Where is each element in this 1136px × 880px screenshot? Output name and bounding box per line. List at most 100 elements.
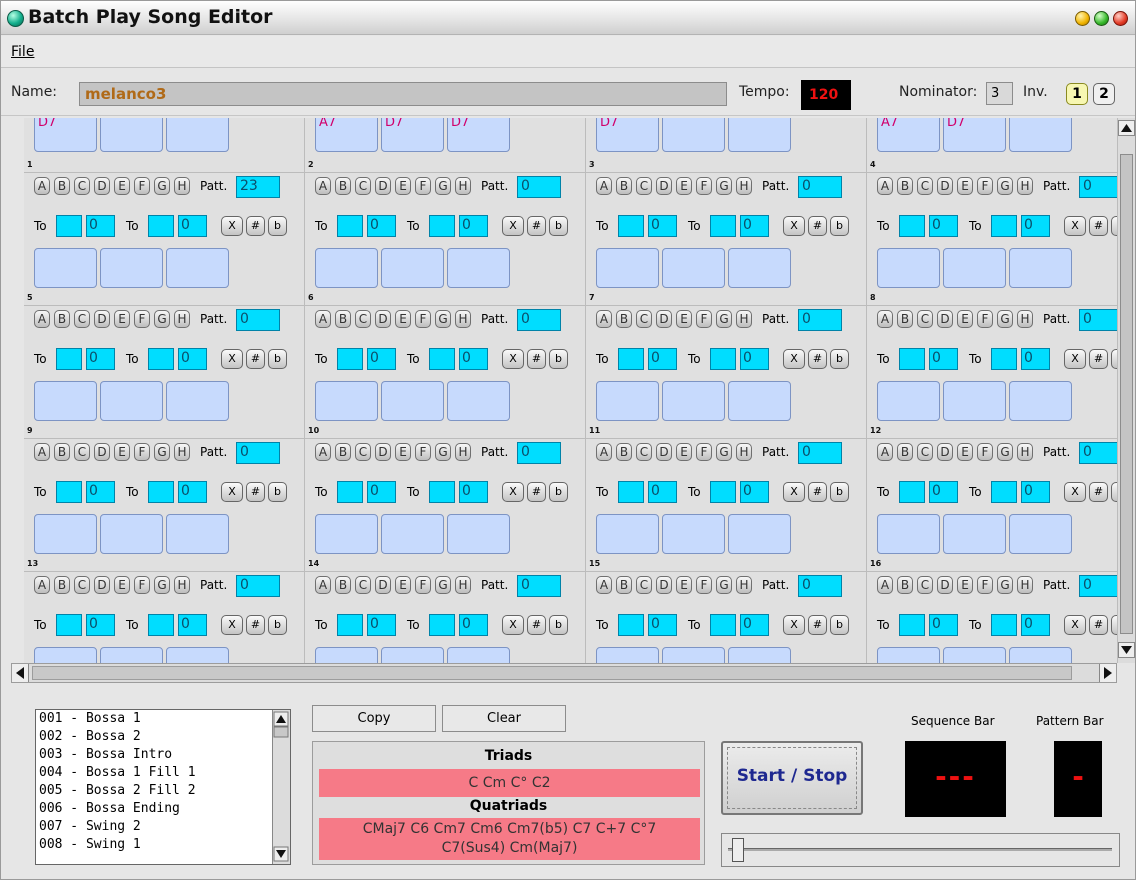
to-value-field[interactable]: 0 [459, 481, 488, 503]
to-value-field[interactable]: 0 [178, 614, 207, 636]
pattern-input[interactable]: 0 [517, 442, 561, 464]
flat-button[interactable]: b [549, 349, 568, 369]
section-letter-button[interactable]: E [957, 443, 973, 461]
pattern-input[interactable]: 0 [236, 575, 280, 597]
chord-slot[interactable] [166, 118, 229, 152]
section-letter-button[interactable]: F [696, 177, 712, 195]
chord-slot[interactable] [447, 248, 510, 288]
clear-chord-button[interactable]: X [1064, 349, 1086, 369]
section-letter-button[interactable]: H [455, 177, 471, 195]
section-letter-button[interactable]: F [415, 443, 431, 461]
list-item[interactable]: 005 - Bossa 2 Fill 2 [39, 783, 196, 798]
section-letter-button[interactable]: C [636, 576, 652, 594]
chord-slot[interactable] [315, 248, 378, 288]
section-letter-button[interactable]: D [656, 576, 672, 594]
to-start-field[interactable] [337, 348, 363, 370]
section-letter-button[interactable]: G [435, 310, 451, 328]
flat-button[interactable]: b [830, 349, 849, 369]
to-value-field[interactable]: 0 [648, 481, 677, 503]
sharp-button[interactable]: # [527, 216, 546, 236]
section-letter-button[interactable]: C [636, 177, 652, 195]
section-letter-button[interactable]: E [395, 310, 411, 328]
section-letter-button[interactable]: A [34, 443, 50, 461]
to-value-field[interactable]: 0 [367, 481, 396, 503]
section-letter-button[interactable]: G [997, 443, 1013, 461]
chord-slot[interactable] [315, 514, 378, 554]
section-letter-button[interactable]: C [917, 177, 933, 195]
to-start-field[interactable] [56, 348, 82, 370]
clear-chord-button[interactable]: X [783, 615, 805, 635]
section-letter-button[interactable]: G [997, 576, 1013, 594]
scroll-left-icon[interactable] [12, 664, 29, 682]
section-letter-button[interactable]: G [154, 310, 170, 328]
section-letter-button[interactable]: C [355, 576, 371, 594]
section-letter-button[interactable]: G [435, 177, 451, 195]
to-value-field[interactable]: 0 [1021, 614, 1050, 636]
sharp-button[interactable]: # [246, 216, 265, 236]
flat-button[interactable]: b [268, 482, 287, 502]
section-letter-button[interactable]: H [736, 310, 752, 328]
section-letter-button[interactable]: B [897, 443, 913, 461]
section-letter-button[interactable]: E [957, 310, 973, 328]
to-value-field[interactable]: 0 [1021, 348, 1050, 370]
list-item[interactable]: 001 - Bossa 1 [39, 711, 141, 726]
pattern-input[interactable]: 0 [236, 442, 280, 464]
clear-chord-button[interactable]: X [502, 482, 524, 502]
section-letter-button[interactable]: E [395, 443, 411, 461]
section-letter-button[interactable]: A [596, 576, 612, 594]
chord-slot[interactable] [596, 514, 659, 554]
section-letter-button[interactable]: B [54, 576, 70, 594]
flat-button[interactable]: b [549, 482, 568, 502]
section-letter-button[interactable]: E [114, 177, 130, 195]
section-letter-button[interactable]: H [1017, 177, 1033, 195]
sharp-button[interactable]: # [808, 349, 827, 369]
chord-slot[interactable] [1009, 118, 1072, 152]
clear-chord-button[interactable]: X [502, 349, 524, 369]
section-letter-button[interactable]: C [74, 310, 90, 328]
slider-handle[interactable] [732, 838, 744, 862]
section-letter-button[interactable]: C [636, 443, 652, 461]
section-letter-button[interactable]: A [34, 177, 50, 195]
clear-chord-button[interactable]: X [783, 349, 805, 369]
section-letter-button[interactable]: B [616, 310, 632, 328]
chord-slot[interactable]: A7 [877, 118, 940, 152]
chord-slot[interactable] [315, 381, 378, 421]
chord-slot[interactable] [728, 248, 791, 288]
section-letter-button[interactable]: A [34, 310, 50, 328]
section-letter-button[interactable]: G [997, 310, 1013, 328]
chord-slot[interactable]: D7 [596, 118, 659, 152]
section-letter-button[interactable]: B [897, 310, 913, 328]
flat-button[interactable]: b [549, 615, 568, 635]
chord-slot[interactable] [662, 381, 725, 421]
section-letter-button[interactable]: B [335, 310, 351, 328]
chord-slot[interactable] [34, 248, 97, 288]
sharp-button[interactable]: # [808, 216, 827, 236]
section-letter-button[interactable]: H [736, 576, 752, 594]
copy-button[interactable]: Copy [312, 705, 436, 732]
to-value-field[interactable]: 0 [178, 481, 207, 503]
chord-slot[interactable]: D7 [34, 118, 97, 152]
to-start-field[interactable] [429, 348, 455, 370]
section-letter-button[interactable]: F [977, 310, 993, 328]
section-letter-button[interactable]: F [134, 310, 150, 328]
to-value-field[interactable]: 0 [86, 215, 115, 237]
section-letter-button[interactable]: H [174, 177, 190, 195]
to-start-field[interactable] [991, 481, 1017, 503]
to-start-field[interactable] [991, 348, 1017, 370]
section-letter-button[interactable]: B [335, 576, 351, 594]
section-letter-button[interactable]: A [315, 443, 331, 461]
pattern-input[interactable]: 0 [1079, 309, 1117, 331]
sharp-button[interactable]: # [246, 615, 265, 635]
to-value-field[interactable]: 0 [178, 348, 207, 370]
horizontal-scrollbar[interactable] [11, 663, 1117, 683]
section-letter-button[interactable]: B [616, 177, 632, 195]
to-value-field[interactable]: 0 [929, 348, 958, 370]
sharp-button[interactable]: # [527, 349, 546, 369]
chord-slot[interactable] [100, 514, 163, 554]
section-letter-button[interactable]: D [375, 443, 391, 461]
section-letter-button[interactable]: H [174, 443, 190, 461]
section-letter-button[interactable]: D [375, 310, 391, 328]
section-letter-button[interactable]: A [596, 177, 612, 195]
section-letter-button[interactable]: C [74, 177, 90, 195]
section-letter-button[interactable]: E [676, 310, 692, 328]
